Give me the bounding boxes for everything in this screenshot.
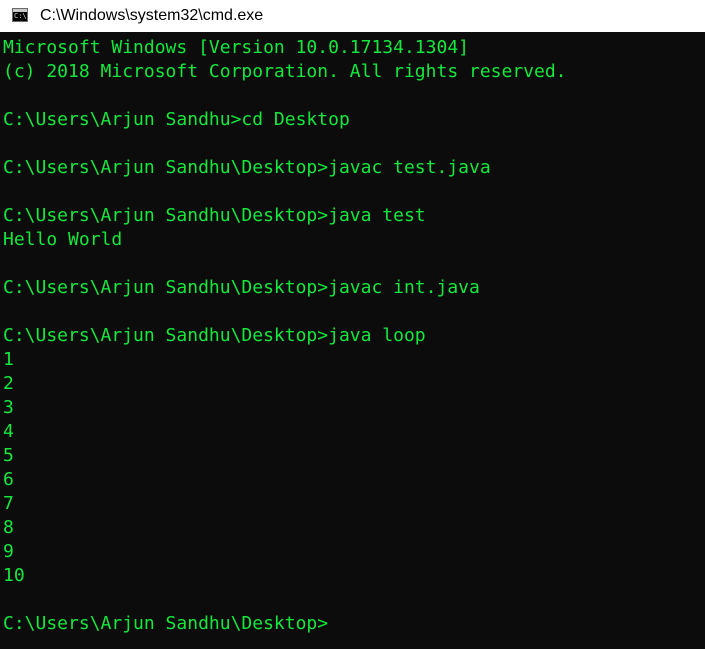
console-line: Hello World (3, 229, 123, 250)
console-line: 5 (3, 445, 14, 466)
cmd-icon[interactable]: C:\. (12, 8, 31, 22)
console-line: C:\Users\Arjun Sandhu>cd Desktop (3, 109, 350, 130)
console-line: C:\Users\Arjun Sandhu\Desktop>javac int.… (3, 277, 480, 298)
console-line: 4 (3, 421, 14, 442)
console-line: C:\Users\Arjun Sandhu\Desktop>javac test… (3, 157, 491, 178)
cmd-icon-glyph: C:\. (14, 12, 31, 20)
console-line: 10 (3, 565, 25, 586)
title-bar[interactable]: C:\. C:\Windows\system32\cmd.exe (0, 0, 705, 33)
console-line: 1 (3, 349, 14, 370)
console-line: 9 (3, 541, 14, 562)
cmd-window: C:\. C:\Windows\system32\cmd.exe Microso… (0, 0, 705, 649)
console-line: 2 (3, 373, 14, 394)
console-line: (c) 2018 Microsoft Corporation. All righ… (3, 61, 567, 82)
console-area[interactable]: Microsoft Windows [Version 10.0.17134.13… (0, 32, 705, 649)
console-line: 8 (3, 517, 14, 538)
console-line: 6 (3, 469, 14, 490)
console-line: Microsoft Windows [Version 10.0.17134.13… (3, 37, 469, 58)
console-line: 7 (3, 493, 14, 514)
window-title: C:\Windows\system32\cmd.exe (40, 7, 264, 24)
console-output: Microsoft Windows [Version 10.0.17134.13… (3, 36, 567, 636)
console-prompt-line[interactable]: C:\Users\Arjun Sandhu\Desktop> (3, 612, 567, 636)
console-line: 3 (3, 397, 14, 418)
console-line: C:\Users\Arjun Sandhu\Desktop>java test (3, 205, 426, 226)
console-line: C:\Users\Arjun Sandhu\Desktop>java loop (3, 325, 426, 346)
